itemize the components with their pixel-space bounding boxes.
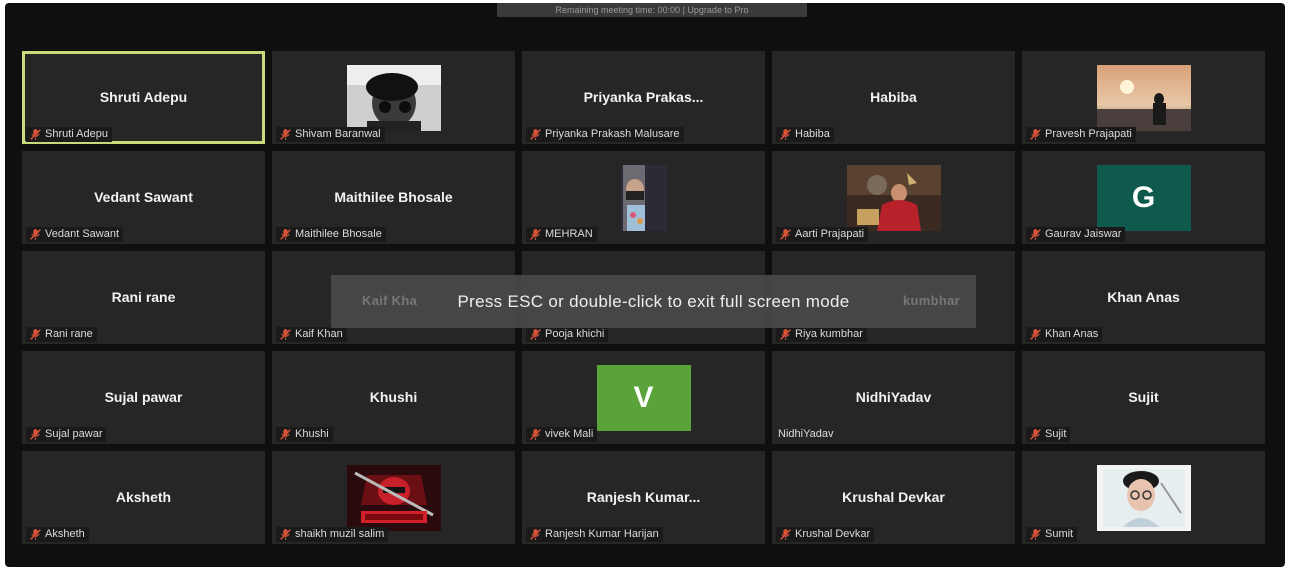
muted-mic-icon (30, 529, 41, 540)
participant-name-tag: Vedant Sawant (26, 227, 124, 242)
muted-mic-icon (530, 229, 541, 240)
participant-photo (1096, 65, 1191, 131)
video-tile[interactable]: Pravesh Prajapati (1022, 51, 1265, 144)
participant-display-name: Shruti Adepu (99, 89, 188, 105)
muted-mic-icon (1030, 329, 1041, 340)
participant-photo (846, 165, 941, 231)
participant-avatar: G (1096, 165, 1191, 231)
video-tile[interactable]: Sujal pawar Sujal pawar (22, 351, 265, 444)
muted-mic-icon (280, 529, 291, 540)
muted-mic-icon (530, 329, 541, 340)
muted-mic-icon (280, 329, 291, 340)
participant-photo (346, 465, 441, 531)
video-tile[interactable]: Shivam Baranwal (272, 51, 515, 144)
participant-name-tag: shaikh muzil salim (276, 527, 389, 542)
participant-display-name: Khan Anas (1107, 289, 1180, 305)
muted-mic-icon (30, 229, 41, 240)
video-tile[interactable]: Rani rane Rani rane (22, 251, 265, 344)
participant-display-name: Khushi (369, 389, 418, 405)
participant-name-tag: Aarti Prajapati (776, 227, 869, 242)
participant-name-tag: Habiba (776, 127, 834, 142)
participant-display-name: Priyanka Prakas... (583, 89, 704, 105)
video-tile[interactable]: Vedant Sawant Vedant Sawant (22, 151, 265, 244)
participant-display-name: Kaif Kha (362, 293, 418, 308)
muted-mic-icon (530, 429, 541, 440)
participant-name-tag: Gaurav Jaiswar (1026, 227, 1126, 242)
video-tile[interactable]: Aksheth Aksheth (22, 451, 265, 544)
participant-name-tag: Shivam Baranwal (276, 127, 385, 142)
video-tile[interactable]: Khushi Khushi (272, 351, 515, 444)
video-tile[interactable]: Shruti Adepu Shruti Adepu (22, 51, 265, 144)
participant-name-tag: MEHRAN (526, 227, 597, 242)
meeting-time-banner: Remaining meeting time: 00:00 | Upgrade … (497, 3, 807, 17)
participant-display-name: Ranjesh Kumar... (586, 489, 701, 505)
video-tile[interactable]: G Gaurav Jaiswar (1022, 151, 1265, 244)
participant-photo (1096, 465, 1191, 531)
participant-name-tag: Sumit (1026, 527, 1078, 542)
muted-mic-icon (30, 329, 41, 340)
muted-mic-icon (1030, 229, 1041, 240)
participant-display-name: NidhiYadav (855, 389, 932, 405)
fullscreen-exit-toast: Kaif Kha Press ESC or double-click to ex… (331, 275, 976, 328)
video-tile[interactable]: MEHRAN (522, 151, 765, 244)
muted-mic-icon (780, 529, 791, 540)
muted-mic-icon (780, 329, 791, 340)
participant-name-tag: Sujal pawar (26, 427, 107, 442)
video-tile[interactable]: Priyanka Prakas... Priyanka Prakash Malu… (522, 51, 765, 144)
participant-name-tag: Aksheth (26, 527, 89, 542)
participant-photo (346, 65, 441, 131)
video-tile[interactable]: Maithilee Bhosale Maithilee Bhosale (272, 151, 515, 244)
participant-name-tag: Pooja khichi (526, 327, 609, 342)
video-tile[interactable]: Sujit Sujit (1022, 351, 1265, 444)
video-tile[interactable]: Habiba Habiba (772, 51, 1015, 144)
participant-display-name: Krushal Devkar (842, 489, 945, 505)
participant-display-name: Vedant Sawant (94, 189, 193, 205)
participant-display-name: Rani rane (111, 289, 176, 305)
participant-name-tag: vivek Mali (526, 427, 598, 442)
participant-name-tag: Sujit (1026, 427, 1071, 442)
participant-name-tag: Ranjesh Kumar Harijan (526, 527, 663, 542)
muted-mic-icon (30, 429, 41, 440)
muted-mic-icon (530, 129, 541, 140)
muted-mic-icon (780, 129, 791, 140)
participant-name-tag: Rani rane (26, 327, 97, 342)
muted-mic-icon (1030, 529, 1041, 540)
participant-name-tag: Riya kumbhar (776, 327, 867, 342)
video-tile[interactable]: NidhiYadav NidhiYadav (772, 351, 1015, 444)
video-tile[interactable]: V vivek Mali (522, 351, 765, 444)
participant-display-name: Sujit (1128, 389, 1159, 405)
participant-avatar: V (596, 365, 691, 431)
toast-message: Press ESC or double-click to exit full s… (457, 291, 850, 311)
muted-mic-icon (530, 529, 541, 540)
participant-photo (596, 165, 691, 231)
participant-name-tag: Krushal Devkar (776, 527, 875, 542)
muted-mic-icon (1030, 429, 1041, 440)
participant-name-tag: Pravesh Prajapati (1026, 127, 1136, 142)
video-tile[interactable]: Ranjesh Kumar... Ranjesh Kumar Harijan (522, 451, 765, 544)
participant-name-tag: Khan Anas (1026, 327, 1103, 342)
participant-display-name: Habiba (870, 89, 917, 105)
participant-name-tag: Kaif Khan (276, 327, 347, 342)
participant-name-tag: Maithilee Bhosale (276, 227, 386, 242)
participant-name-tag: Khushi (276, 427, 333, 442)
video-tile[interactable]: shaikh muzil salim (272, 451, 515, 544)
participant-name-tag: NidhiYadav (778, 428, 834, 440)
muted-mic-icon (780, 229, 791, 240)
meeting-window: Remaining meeting time: 00:00 | Upgrade … (5, 3, 1285, 567)
video-tile[interactable]: Sumit (1022, 451, 1265, 544)
participant-display-name: Sujal pawar (104, 389, 183, 405)
muted-mic-icon (280, 429, 291, 440)
video-tile[interactable]: Khan Anas Khan Anas (1022, 251, 1265, 344)
participant-display-name: kumbhar (902, 293, 960, 308)
muted-mic-icon (280, 229, 291, 240)
participant-name-tag: Priyanka Prakash Malusare (526, 127, 684, 142)
muted-mic-icon (280, 129, 291, 140)
participant-name-tag: Shruti Adepu (26, 127, 112, 142)
muted-mic-icon (1030, 129, 1041, 140)
participant-display-name: Aksheth (115, 489, 172, 505)
video-tile[interactable]: Aarti Prajapati (772, 151, 1015, 244)
participant-display-name: Maithilee Bhosale (334, 189, 453, 205)
muted-mic-icon (30, 129, 41, 140)
video-tile[interactable]: Krushal Devkar Krushal Devkar (772, 451, 1015, 544)
